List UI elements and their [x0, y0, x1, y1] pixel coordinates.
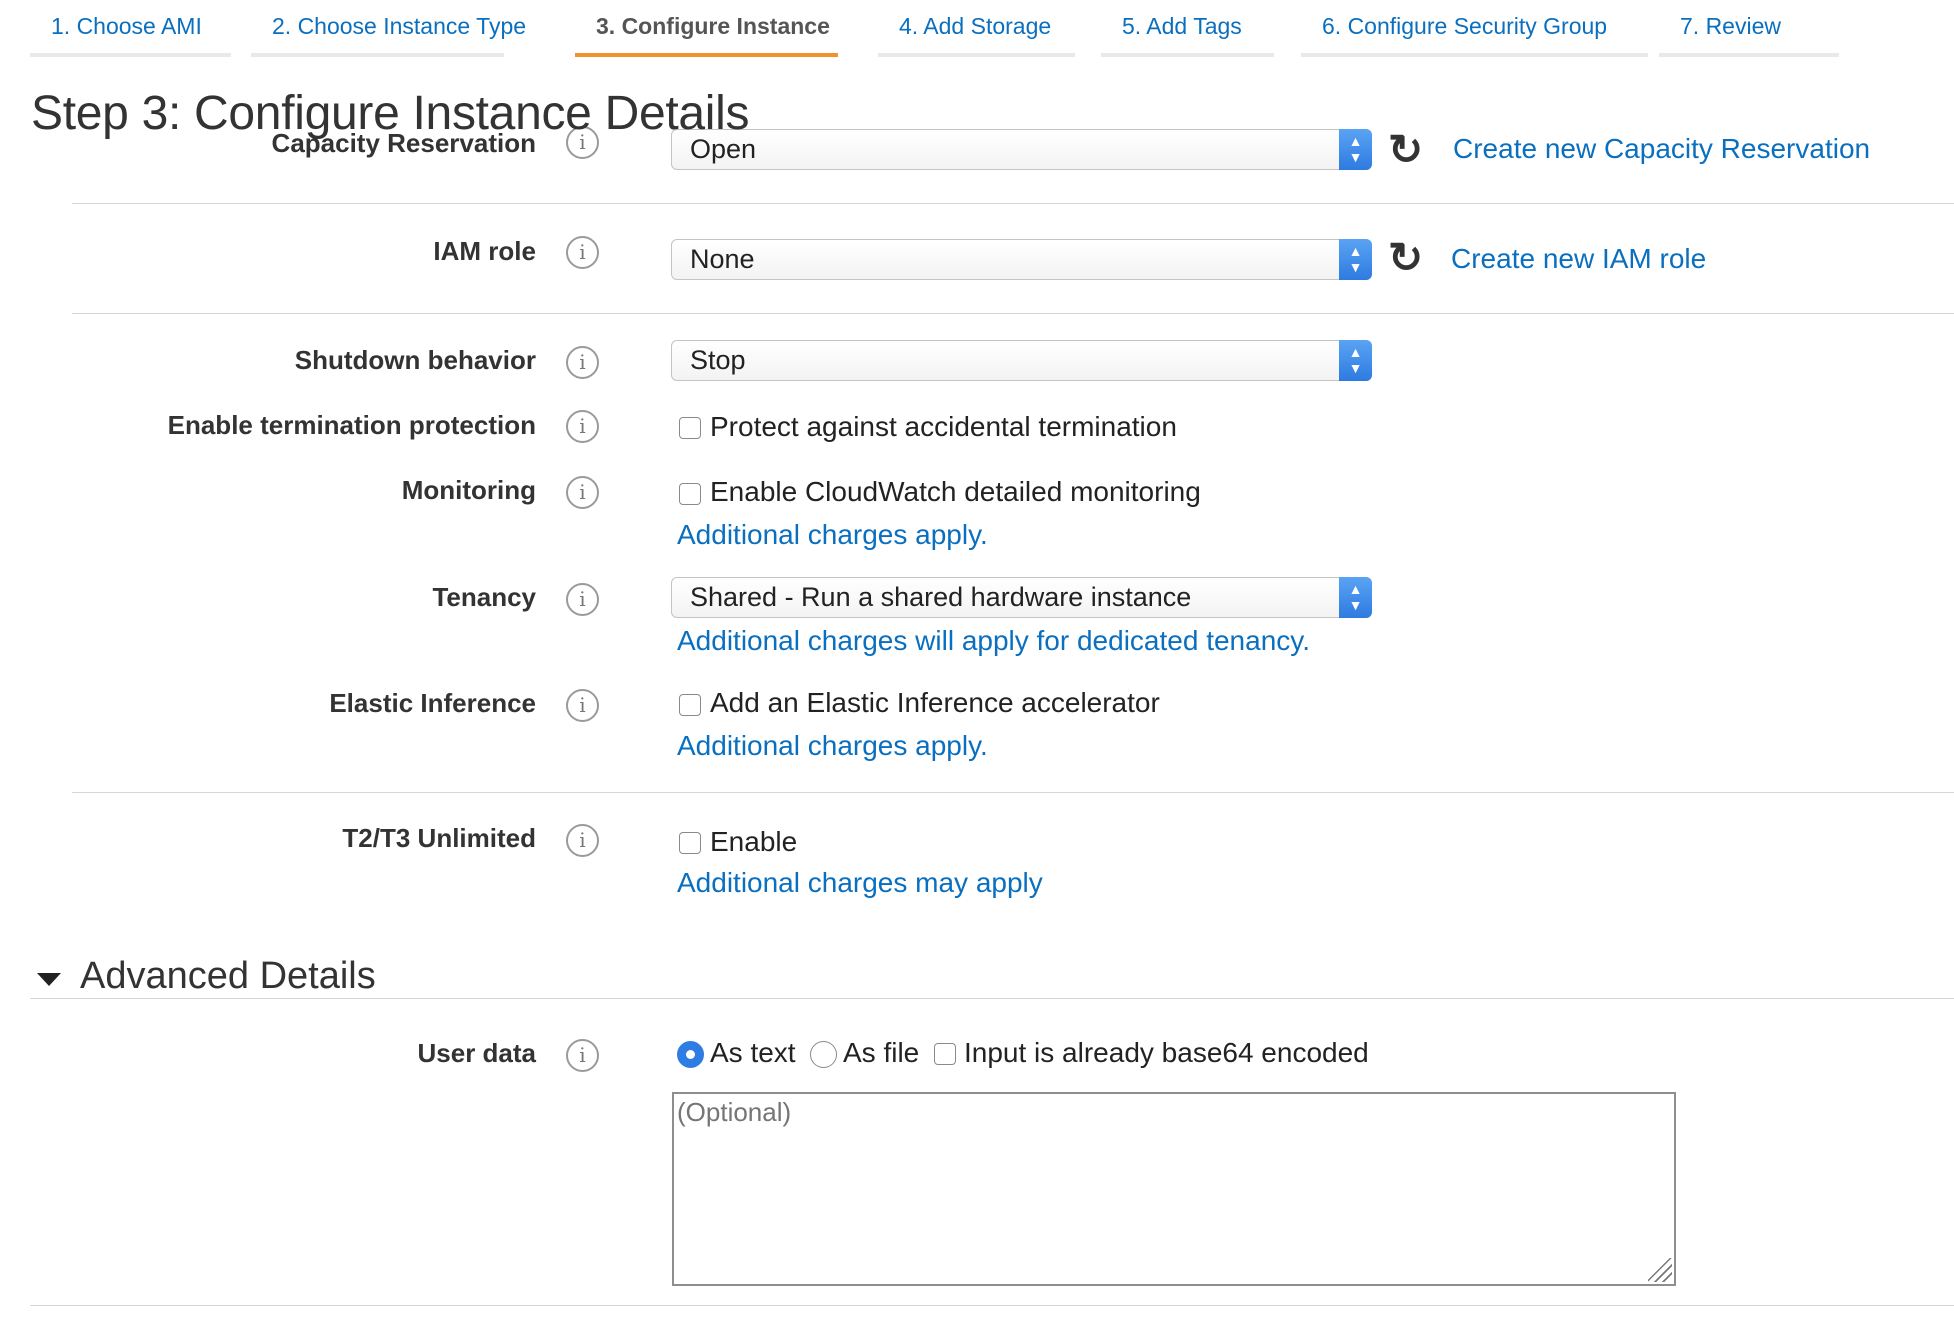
termination-protection-label: Enable termination protection — [167, 410, 536, 440]
as-text-label[interactable]: As text — [710, 1037, 796, 1069]
tab-label: 5. Add Tags — [1122, 13, 1242, 39]
create-capacity-reservation-link[interactable]: Create new Capacity Reservation — [1453, 133, 1870, 165]
info-icon[interactable]: i — [566, 346, 599, 379]
tab-underline — [1101, 53, 1274, 57]
info-icon[interactable]: i — [566, 410, 599, 443]
resize-grip-icon[interactable] — [1648, 1258, 1672, 1282]
tab-underline-active — [575, 53, 838, 57]
info-icon[interactable]: i — [566, 689, 599, 722]
info-icon[interactable]: i — [566, 583, 599, 616]
divider — [30, 1305, 1954, 1306]
termination-protection-checkbox[interactable] — [679, 417, 701, 439]
tab-label: 1. Choose AMI — [51, 13, 202, 39]
divider — [72, 313, 1954, 314]
select-value: Stop — [690, 345, 746, 375]
elastic-inference-charges-link[interactable]: Additional charges apply. — [677, 730, 988, 762]
tab-label: 4. Add Storage — [899, 13, 1052, 39]
as-file-label[interactable]: As file — [843, 1037, 919, 1069]
iam-role-select[interactable]: None ▲ ▼ — [671, 239, 1372, 280]
base64-checkbox[interactable] — [934, 1043, 956, 1065]
base64-checkbox-label[interactable]: Input is already base64 encoded — [964, 1037, 1369, 1069]
monitoring-label: Monitoring — [401, 475, 536, 505]
info-icon[interactable]: i — [566, 236, 599, 269]
divider — [72, 203, 1954, 204]
tab-review[interactable]: 7. Review — [1659, 0, 1839, 58]
capacity-reservation-select[interactable]: Open ▲ ▼ — [671, 129, 1372, 170]
info-icon[interactable]: i — [566, 1039, 599, 1072]
tenancy-label: Tenancy — [432, 582, 536, 612]
elastic-inference-label: Elastic Inference — [329, 688, 536, 718]
create-iam-role-link[interactable]: Create new IAM role — [1451, 243, 1706, 275]
chevron-up-down-icon: ▲ ▼ — [1339, 340, 1372, 381]
tab-add-storage[interactable]: 4. Add Storage — [878, 0, 1075, 58]
select-value: Shared - Run a shared hardware instance — [690, 582, 1192, 612]
tab-label: 3. Configure Instance — [596, 13, 830, 39]
shutdown-behavior-label: Shutdown behavior — [294, 345, 536, 375]
tab-choose-instance-type[interactable]: 2. Choose Instance Type — [251, 0, 527, 58]
t2t3-unlimited-checkbox-label[interactable]: Enable — [710, 826, 797, 858]
shutdown-behavior-select[interactable]: Stop ▲ ▼ — [671, 340, 1372, 381]
caret-down-icon[interactable] — [37, 973, 61, 986]
tab-choose-ami[interactable]: 1. Choose AMI — [30, 0, 231, 58]
select-value: None — [690, 244, 755, 274]
tab-label: 7. Review — [1680, 13, 1781, 39]
iam-role-label: IAM role — [433, 236, 536, 266]
elastic-inference-checkbox-label[interactable]: Add an Elastic Inference accelerator — [710, 687, 1160, 719]
tab-label: 6. Configure Security Group — [1322, 13, 1608, 39]
as-text-radio[interactable] — [677, 1041, 704, 1068]
monitoring-checkbox-label[interactable]: Enable CloudWatch detailed monitoring — [710, 476, 1201, 508]
elastic-inference-checkbox[interactable] — [679, 694, 701, 716]
tab-underline — [251, 53, 504, 57]
info-icon[interactable]: i — [566, 824, 599, 857]
info-icon[interactable]: i — [566, 476, 599, 509]
divider — [30, 998, 1954, 999]
t2t3-charges-link[interactable]: Additional charges may apply — [677, 867, 1043, 899]
tab-underline — [30, 53, 231, 57]
t2t3-unlimited-checkbox[interactable] — [679, 832, 701, 854]
tab-underline — [1659, 53, 1839, 57]
tenancy-charges-link[interactable]: Additional charges will apply for dedica… — [677, 625, 1310, 657]
monitoring-checkbox[interactable] — [679, 483, 701, 505]
termination-protection-checkbox-label[interactable]: Protect against accidental termination — [710, 411, 1177, 443]
as-file-radio[interactable] — [810, 1041, 837, 1068]
refresh-icon[interactable]: ↻ — [1388, 129, 1423, 171]
user-data-textarea[interactable] — [672, 1092, 1676, 1286]
advanced-details-toggle[interactable]: Advanced Details — [80, 955, 376, 998]
tab-label: 2. Choose Instance Type — [272, 13, 527, 39]
tab-add-tags[interactable]: 5. Add Tags — [1101, 0, 1274, 58]
tab-underline — [878, 53, 1075, 57]
tab-underline — [1301, 53, 1648, 57]
page-title: Step 3: Configure Instance Details — [31, 87, 750, 140]
chevron-up-down-icon: ▲ ▼ — [1339, 129, 1372, 170]
tab-configure-instance[interactable]: 3. Configure Instance — [575, 0, 838, 58]
user-data-label: User data — [417, 1038, 537, 1068]
chevron-up-down-icon: ▲ ▼ — [1339, 239, 1372, 280]
t2t3-unlimited-label: T2/T3 Unlimited — [342, 823, 536, 853]
tab-configure-security-group[interactable]: 6. Configure Security Group — [1301, 0, 1648, 58]
tenancy-select[interactable]: Shared - Run a shared hardware instance … — [671, 577, 1372, 618]
divider — [72, 792, 1954, 793]
refresh-icon[interactable]: ↻ — [1388, 237, 1423, 279]
monitoring-charges-link[interactable]: Additional charges apply. — [677, 519, 988, 551]
chevron-up-down-icon: ▲ ▼ — [1339, 577, 1372, 618]
